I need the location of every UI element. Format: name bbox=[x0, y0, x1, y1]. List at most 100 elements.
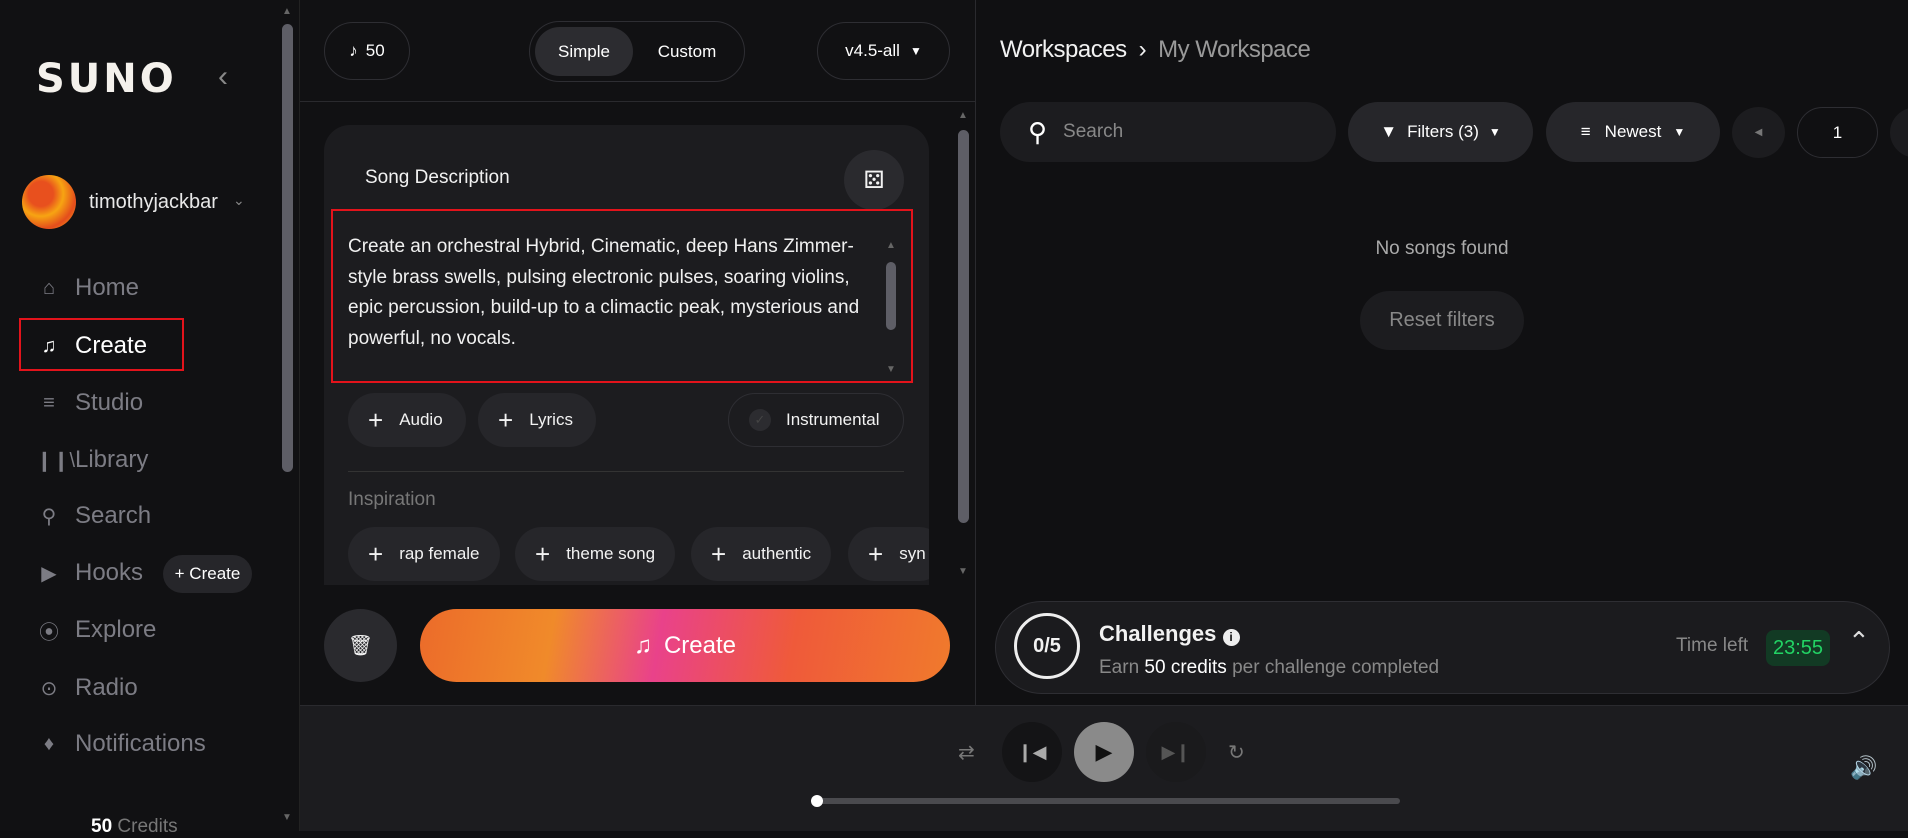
mode-simple[interactable]: Simple bbox=[535, 27, 633, 76]
chip-label: syn bbox=[899, 544, 926, 563]
scroll-down-arrow[interactable]: ▼ bbox=[282, 812, 292, 823]
trash-icon[interactable]: 🗑 bbox=[324, 609, 397, 682]
sidebar-item-create[interactable]: ♫ Create bbox=[36, 326, 148, 366]
caret-down-icon: ▼ bbox=[1488, 125, 1501, 139]
search-icon: ⚲ bbox=[41, 505, 57, 528]
page-number[interactable]: 1 bbox=[1797, 107, 1878, 158]
song-description-label: Song Description bbox=[365, 167, 510, 188]
suno-logo[interactable]: SUNO bbox=[36, 56, 177, 102]
caret-down-icon: ▼ bbox=[909, 44, 922, 58]
progress-slider[interactable] bbox=[815, 798, 1400, 804]
next-track-icon[interactable]: ▶❙ bbox=[1146, 722, 1206, 782]
sidebar-item-library[interactable]: ❙❙\ Library bbox=[36, 440, 148, 480]
credits-pill[interactable]: ♪ 50 bbox=[324, 22, 410, 80]
inspiration-chip[interactable]: + authentic bbox=[691, 527, 832, 581]
time-left-label: Time left bbox=[1676, 635, 1749, 656]
challenges-card[interactable]: 0/5 Challenges i Earn 50 credits per cha… bbox=[995, 601, 1890, 694]
sidebar-item-explore[interactable]: ⦿ Explore bbox=[36, 610, 156, 650]
inspiration-chip[interactable]: + theme song bbox=[515, 527, 676, 581]
scroll-up-arrow[interactable]: ▲ bbox=[282, 6, 292, 17]
sort-icon: ≡ bbox=[1580, 122, 1591, 141]
shuffle-icon[interactable]: ⇄ bbox=[958, 740, 975, 765]
inspiration-chip[interactable]: + rap female bbox=[348, 527, 500, 581]
progress-handle[interactable] bbox=[811, 795, 823, 807]
chip-label: rap female bbox=[399, 544, 480, 563]
plus-icon: + bbox=[368, 538, 384, 569]
breadcrumb-workspaces[interactable]: Workspaces bbox=[1000, 36, 1127, 63]
dice-icon[interactable]: ⚄ bbox=[844, 150, 904, 210]
sort-label: Newest bbox=[1604, 122, 1662, 141]
radio-icon: ⊙ bbox=[40, 677, 58, 700]
model-select[interactable]: v4.5-all ▼ bbox=[817, 22, 950, 80]
add-lyrics-button[interactable]: + Lyrics bbox=[478, 393, 596, 447]
sidebar-item-notifications[interactable]: ♦ Notifications bbox=[36, 724, 206, 764]
nav-label: Hooks bbox=[75, 559, 144, 586]
description-text[interactable]: Create an orchestral Hybrid, Cinematic, … bbox=[348, 232, 878, 354]
nav-label: Explore bbox=[75, 616, 157, 643]
earn-suffix: per challenge completed bbox=[1232, 657, 1440, 678]
credits-value: 50 bbox=[91, 816, 113, 837]
hooks-create-button[interactable]: + Create bbox=[163, 555, 252, 593]
plus-icon: + bbox=[498, 404, 514, 435]
earn-text: Earn bbox=[1099, 657, 1140, 678]
sidebar-item-home[interactable]: ⌂ Home bbox=[36, 268, 139, 308]
create-scrollbar[interactable] bbox=[958, 130, 969, 523]
inspiration-chip[interactable]: + syn bbox=[848, 527, 929, 581]
credits-value: 50 bbox=[365, 41, 385, 60]
chevron-right-icon: › bbox=[1138, 36, 1147, 63]
search-placeholder: Search bbox=[1063, 121, 1124, 142]
filters-button[interactable]: ▼ Filters (3) ▼ bbox=[1348, 102, 1533, 162]
scroll-up-arrow[interactable]: ▲ bbox=[958, 110, 968, 121]
sidebar-item-radio[interactable]: ⊙ Radio bbox=[36, 668, 138, 708]
info-icon[interactable]: i bbox=[1222, 629, 1240, 646]
sort-button[interactable]: ≡ Newest ▼ bbox=[1546, 102, 1720, 162]
nav-label: Home bbox=[75, 274, 140, 301]
volume-icon[interactable]: 🔊 bbox=[1850, 755, 1877, 781]
chip-label: Lyrics bbox=[529, 410, 573, 429]
collapse-sidebar-icon[interactable]: ‹ bbox=[218, 60, 228, 94]
username[interactable]: timothyjackbar bbox=[89, 191, 224, 214]
sidebar-item-studio[interactable]: ≡ Studio bbox=[36, 383, 143, 423]
studio-icon: ≡ bbox=[43, 391, 55, 414]
search-icon: ⚲ bbox=[1028, 116, 1048, 147]
breadcrumb: Workspaces › My Workspace bbox=[1000, 36, 1311, 64]
add-audio-button[interactable]: + Audio bbox=[348, 393, 466, 447]
reset-filters-button[interactable]: Reset filters bbox=[1360, 291, 1524, 350]
mode-toggle: Simple Custom bbox=[529, 21, 745, 82]
chip-label: theme song bbox=[566, 544, 656, 563]
chip-label: Instrumental bbox=[786, 410, 880, 429]
bell-icon: ♦ bbox=[43, 732, 55, 755]
plus-icon: + bbox=[868, 538, 884, 569]
nav-label: Create bbox=[75, 332, 148, 359]
repeat-icon[interactable]: ↻ bbox=[1228, 740, 1245, 765]
divider bbox=[348, 471, 904, 472]
credits-label: Credits bbox=[117, 816, 178, 837]
search-input[interactable]: ⚲ Search bbox=[1000, 102, 1336, 162]
earn-credits: 50 credits bbox=[1144, 657, 1227, 678]
home-icon: ⌂ bbox=[42, 276, 56, 299]
breadcrumb-current: My Workspace bbox=[1158, 36, 1311, 63]
description-scrollbar[interactable] bbox=[886, 262, 896, 330]
nav-label: Studio bbox=[75, 389, 144, 416]
nav-label: Library bbox=[75, 446, 149, 473]
scroll-up-arrow[interactable]: ▲ bbox=[886, 240, 896, 251]
sidebar-item-hooks[interactable]: ▶ Hooks bbox=[36, 553, 143, 593]
create-button[interactable]: ♫ Create bbox=[420, 609, 950, 682]
challenges-title: Challenges i bbox=[1099, 621, 1240, 647]
chevron-up-icon[interactable]: ⌃ bbox=[1848, 626, 1870, 657]
sidebar-item-search[interactable]: ⚲ Search bbox=[36, 496, 151, 536]
avatar[interactable] bbox=[22, 175, 76, 229]
instrumental-toggle[interactable]: ✓ Instrumental bbox=[728, 393, 904, 447]
mode-custom[interactable]: Custom bbox=[637, 27, 737, 76]
scroll-down-arrow[interactable]: ▼ bbox=[958, 566, 968, 577]
play-icon[interactable]: ▶ bbox=[1074, 722, 1134, 782]
plus-icon: + bbox=[535, 538, 551, 569]
sidebar-scrollbar[interactable] bbox=[282, 24, 293, 472]
chevron-down-icon[interactable]: ⌄ bbox=[233, 192, 245, 209]
inspiration-list: + rap female + theme song + authentic + syn bbox=[348, 527, 929, 585]
nav-label: Notifications bbox=[75, 730, 206, 757]
scroll-down-arrow[interactable]: ▼ bbox=[886, 364, 896, 375]
previous-track-icon[interactable]: ❙◀ bbox=[1002, 722, 1062, 782]
challenges-title-text: Challenges bbox=[1099, 621, 1217, 646]
prev-page-button[interactable]: ◀ bbox=[1732, 107, 1785, 158]
